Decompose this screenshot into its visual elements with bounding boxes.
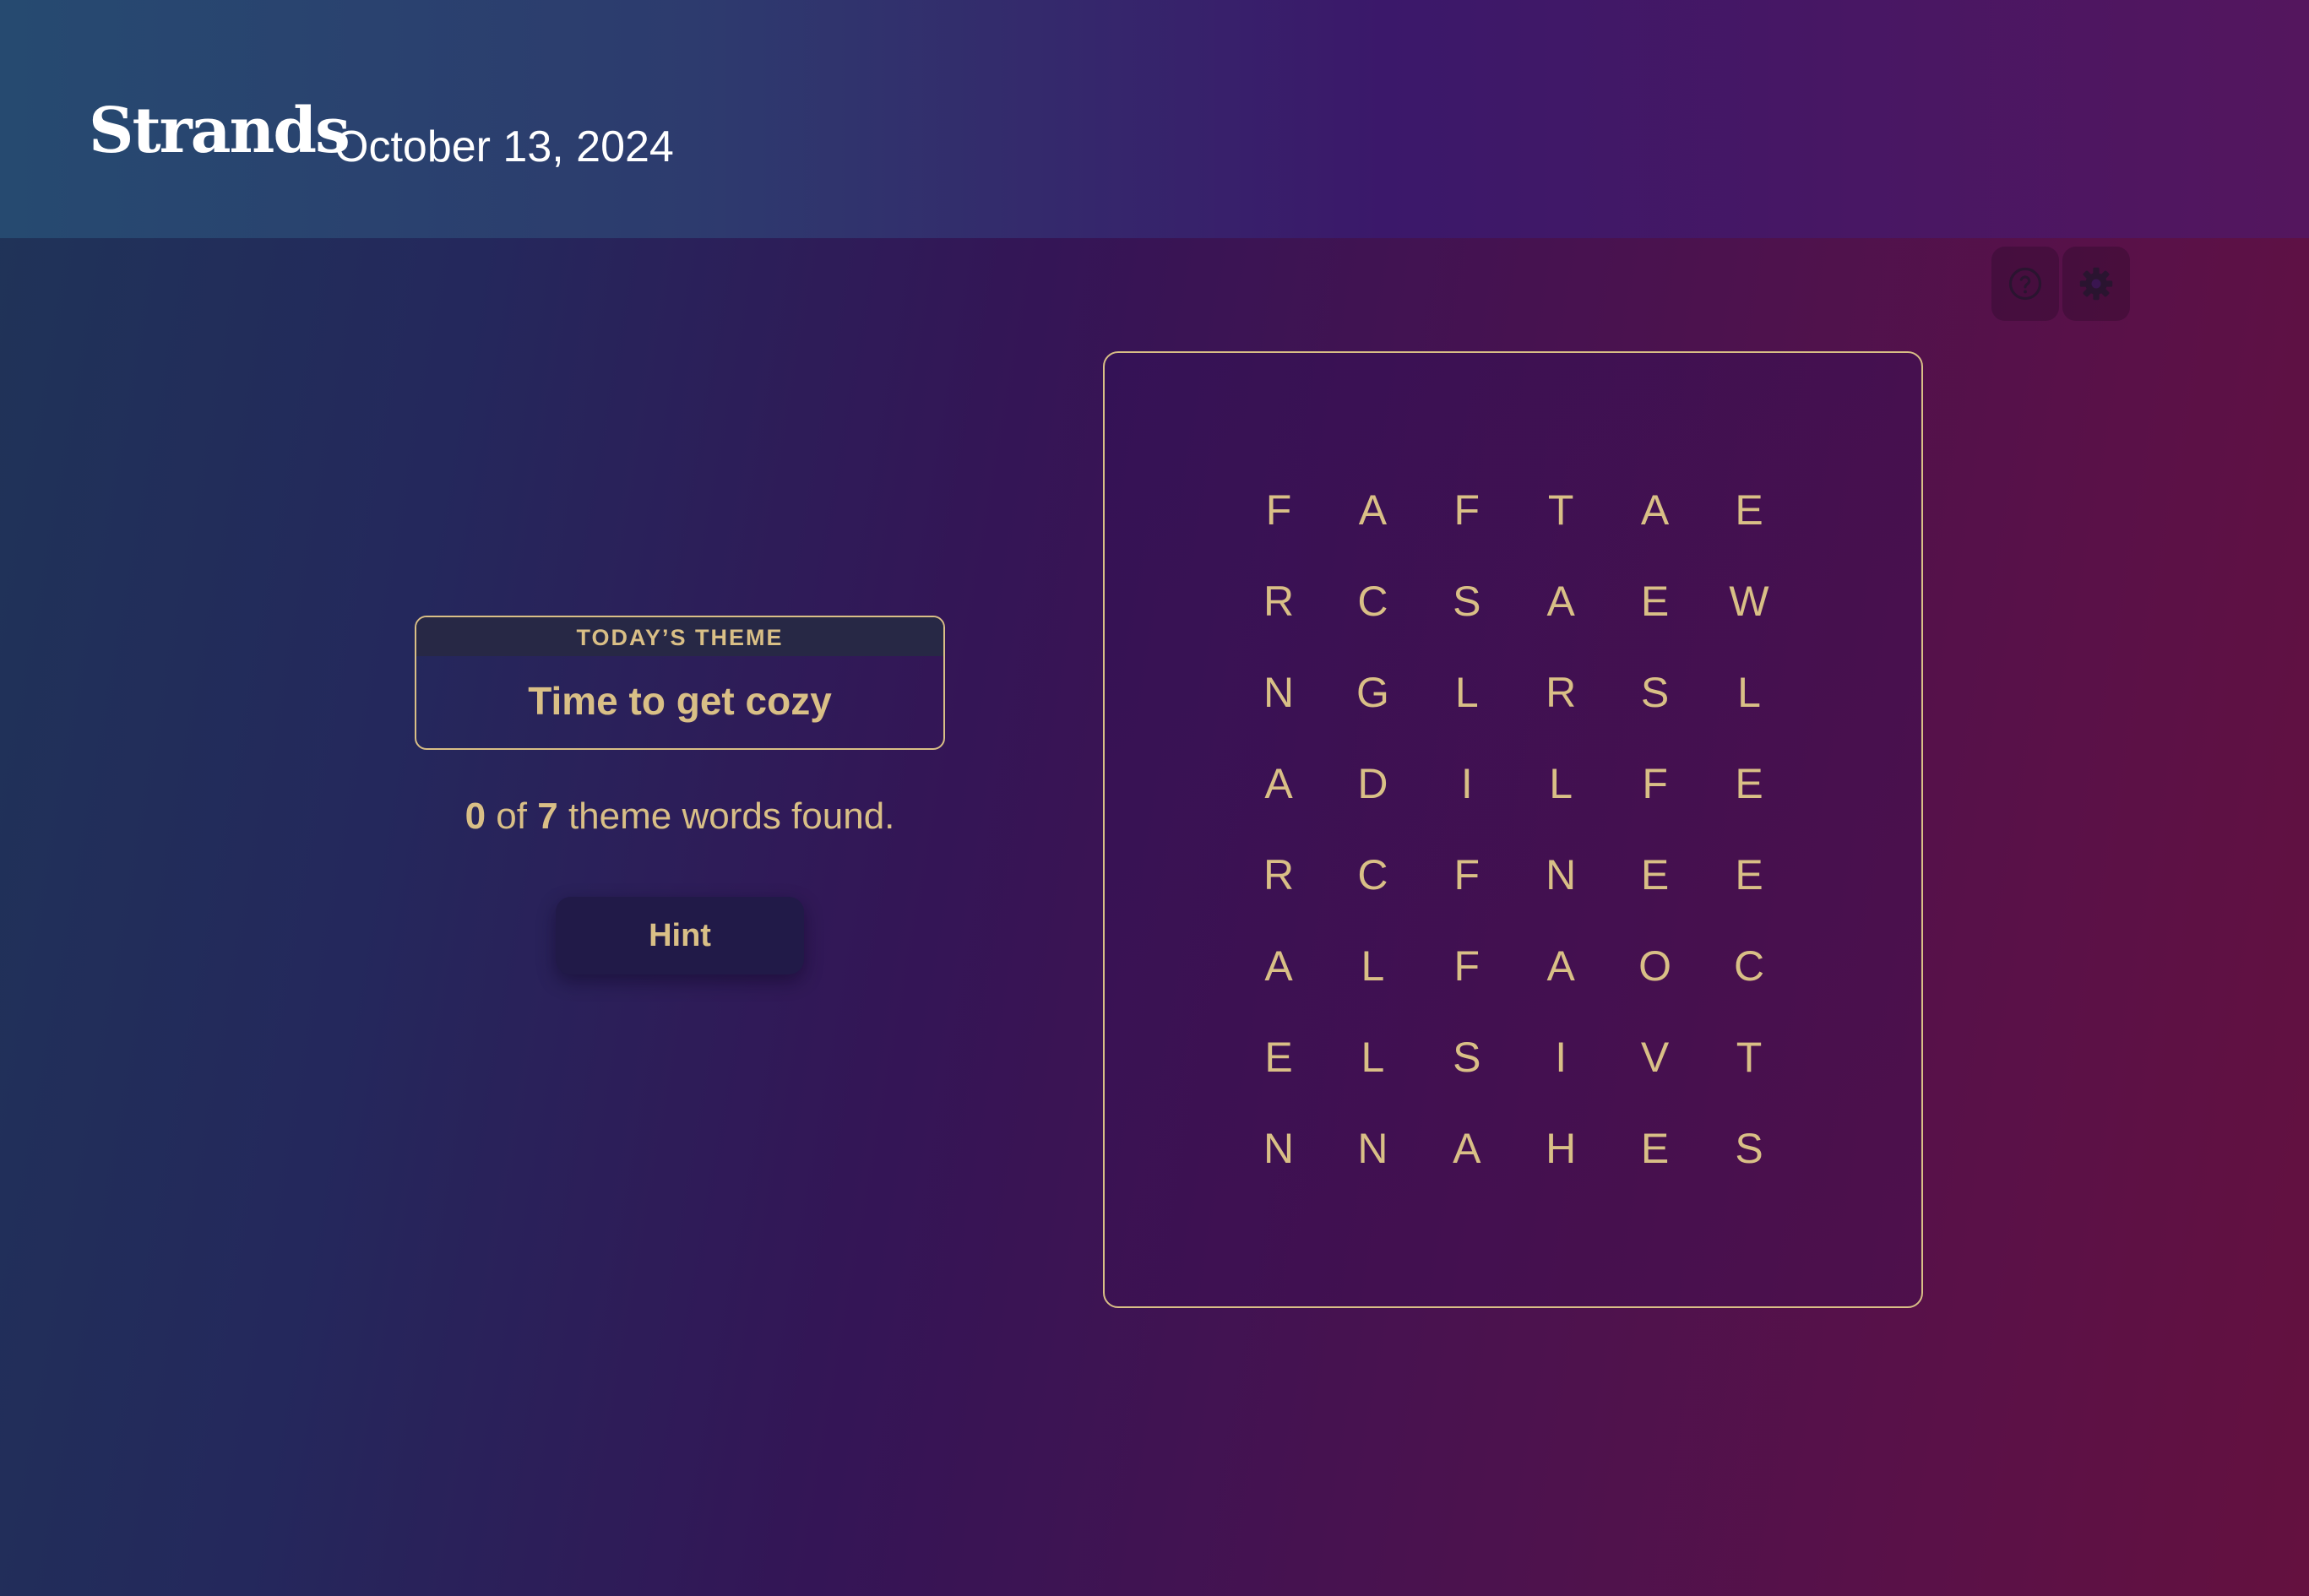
letter-cell[interactable]: V xyxy=(1622,1023,1689,1091)
letter-cell[interactable]: A xyxy=(1433,1115,1501,1182)
puzzle-date: October 13, 2024 xyxy=(334,122,674,171)
letter-cell[interactable]: A xyxy=(1245,932,1312,1000)
letter-cell[interactable]: C xyxy=(1339,841,1406,909)
hint-button[interactable]: Hint xyxy=(556,897,804,974)
letter-cell[interactable]: F xyxy=(1245,476,1312,544)
letter-cell[interactable]: N xyxy=(1527,841,1595,909)
letter-cell[interactable]: R xyxy=(1527,659,1595,726)
progress-text: 0 of 7 theme words found. xyxy=(253,795,1106,838)
letter-board: FAFTAERCSAEWNGLRSLADILFERCFNEEALFAOCELSI… xyxy=(1103,351,1923,1308)
letter-cell[interactable]: E xyxy=(1622,1115,1689,1182)
letter-cell[interactable]: A xyxy=(1527,567,1595,635)
letter-cell[interactable]: E xyxy=(1715,750,1783,817)
letter-cell[interactable]: G xyxy=(1339,659,1406,726)
progress-suffix: theme words found. xyxy=(557,795,895,837)
letter-cell[interactable]: D xyxy=(1339,750,1406,817)
letter-cell[interactable]: E xyxy=(1622,567,1689,635)
letter-cell[interactable]: A xyxy=(1527,932,1595,1000)
letter-cell[interactable]: N xyxy=(1245,1115,1312,1182)
letter-cell[interactable]: T xyxy=(1527,476,1595,544)
letter-cell[interactable]: F xyxy=(1622,750,1689,817)
letter-cell[interactable]: A xyxy=(1622,476,1689,544)
letter-cell[interactable]: R xyxy=(1245,841,1312,909)
found-count: 0 xyxy=(465,795,486,837)
letter-cell[interactable]: E xyxy=(1245,1023,1312,1091)
theme-title: Time to get cozy xyxy=(528,679,832,723)
letter-cell[interactable]: E xyxy=(1622,841,1689,909)
progress-of: of xyxy=(486,795,538,837)
theme-label: TODAY’S THEME xyxy=(416,617,943,656)
total-count: 7 xyxy=(537,795,558,837)
letter-cell[interactable]: L xyxy=(1527,750,1595,817)
help-circle-icon xyxy=(2008,267,2042,301)
letter-cell[interactable]: S xyxy=(1433,1023,1501,1091)
letter-cell[interactable]: C xyxy=(1715,932,1783,1000)
letter-cell[interactable]: L xyxy=(1715,659,1783,726)
letter-cell[interactable]: I xyxy=(1433,750,1501,817)
letter-cell[interactable]: F xyxy=(1433,841,1501,909)
letter-cell[interactable]: H xyxy=(1527,1115,1595,1182)
letter-cell[interactable]: S xyxy=(1433,567,1501,635)
letter-cell[interactable]: F xyxy=(1433,476,1501,544)
settings-button[interactable] xyxy=(2062,247,2130,321)
letter-cell[interactable]: A xyxy=(1339,476,1406,544)
letter-cell[interactable]: N xyxy=(1339,1115,1406,1182)
letter-cell[interactable]: F xyxy=(1433,932,1501,1000)
app-header: Strands October 13, 2024 xyxy=(0,0,2309,238)
letter-cell[interactable]: R xyxy=(1245,567,1312,635)
letter-cell[interactable]: A xyxy=(1245,750,1312,817)
gear-icon xyxy=(2079,267,2113,301)
letter-cell[interactable]: E xyxy=(1715,476,1783,544)
help-button[interactable] xyxy=(1991,247,2059,321)
letter-cell[interactable]: O xyxy=(1622,932,1689,1000)
letter-cell[interactable]: W xyxy=(1715,567,1783,635)
letter-cell[interactable]: C xyxy=(1339,567,1406,635)
letter-cell[interactable]: I xyxy=(1527,1023,1595,1091)
letter-cell[interactable]: N xyxy=(1245,659,1312,726)
letter-cell[interactable]: S xyxy=(1622,659,1689,726)
letter-cell[interactable]: L xyxy=(1339,932,1406,1000)
letter-cell[interactable]: T xyxy=(1715,1023,1783,1091)
letter-cell[interactable]: E xyxy=(1715,841,1783,909)
letter-cell[interactable]: L xyxy=(1339,1023,1406,1091)
letter-cell[interactable]: S xyxy=(1715,1115,1783,1182)
app-logo: Strands xyxy=(89,95,350,167)
theme-card: TODAY’S THEME Time to get cozy xyxy=(415,616,945,750)
letter-cell[interactable]: L xyxy=(1433,659,1501,726)
